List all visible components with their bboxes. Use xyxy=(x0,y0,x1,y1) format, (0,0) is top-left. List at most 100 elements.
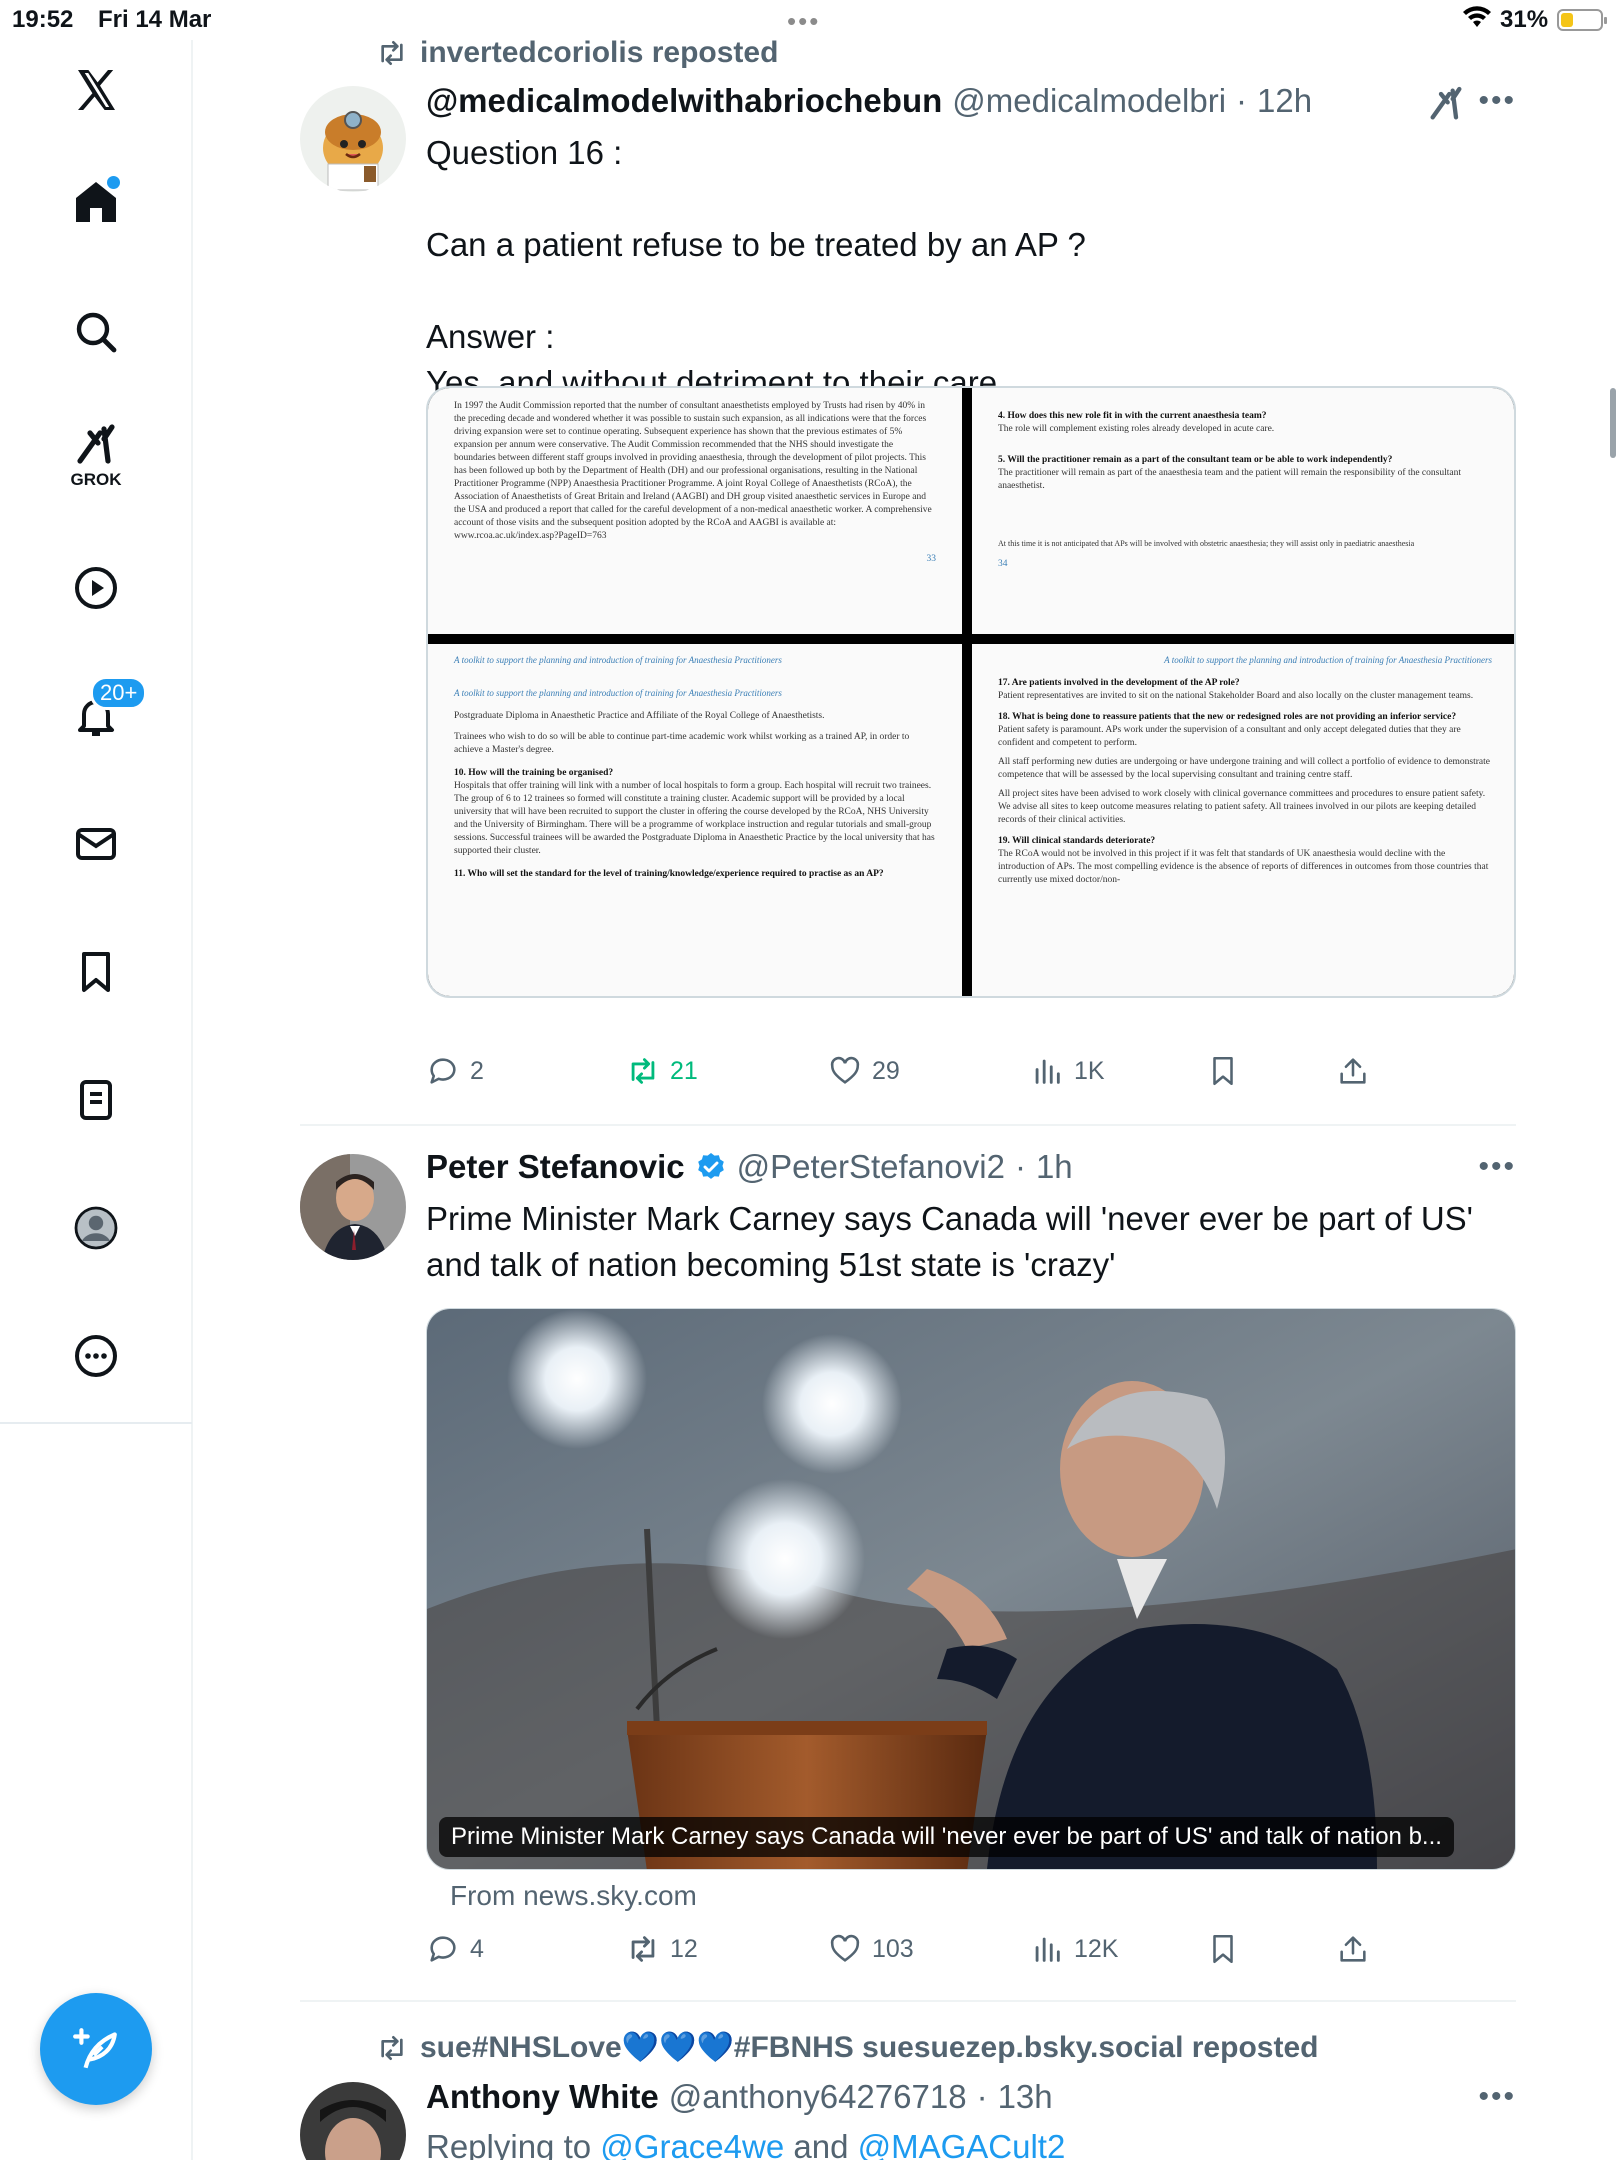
text-line: Prime Minister Mark Carney says Canada w… xyxy=(426,1200,1473,1237)
doc-answer: Patient representatives are invited to s… xyxy=(998,691,1474,701)
grok-explain-icon[interactable] xyxy=(1426,84,1466,129)
avatar[interactable] xyxy=(300,1154,406,1260)
reply-mention-link[interactable]: @Grace4we xyxy=(600,2128,784,2160)
post-actions: 4 12 103 12K xyxy=(426,1932,1426,1982)
repost-icon xyxy=(631,1058,655,1084)
views-button[interactable]: 1K xyxy=(1030,1054,1105,1088)
post-more-icon[interactable]: ••• xyxy=(1478,84,1516,118)
link-source[interactable]: From news.sky.com xyxy=(450,1880,697,1912)
author-name[interactable]: Anthony White xyxy=(426,2078,659,2116)
reply-and: and xyxy=(793,2128,849,2160)
repost-icon xyxy=(381,40,403,65)
messages-icon[interactable] xyxy=(60,808,132,880)
like-count: 103 xyxy=(872,1934,914,1963)
like-button[interactable]: 103 xyxy=(828,1932,914,1966)
running-head: A toolkit to support the planning and in… xyxy=(454,688,782,698)
more-options-icon[interactable] xyxy=(60,1320,132,1392)
text-line: Answer : xyxy=(426,318,555,355)
link-card-image[interactable]: Prime Minister Mark Carney says Canada w… xyxy=(426,1308,1516,1870)
doc-page-33[interactable]: In 1997 the Audit Commission reported th… xyxy=(428,388,962,634)
view-count: 12K xyxy=(1074,1934,1119,1963)
like-button[interactable]: 29 xyxy=(828,1054,900,1088)
notifications-badge: 20+ xyxy=(90,676,148,710)
repost-count: 21 xyxy=(670,1056,698,1085)
verified-badge-icon xyxy=(697,1153,724,1179)
post-time[interactable]: 12h xyxy=(1257,82,1312,120)
avatar[interactable] xyxy=(300,2082,406,2160)
doc-page-34[interactable]: 4. How does this new role fit in with th… xyxy=(972,388,1514,634)
page-number: 34 xyxy=(998,559,1008,569)
post-time[interactable]: 1h xyxy=(1036,1148,1073,1186)
post-more-icon[interactable]: ••• xyxy=(1478,1150,1516,1184)
reply-context: Replying to @Grace4we and @MAGACult2 xyxy=(426,2124,1065,2160)
author-handle[interactable]: @anthony64276718 xyxy=(669,2078,967,2116)
share-button[interactable] xyxy=(1336,1054,1370,1088)
reply-button[interactable]: 4 xyxy=(426,1932,484,1966)
image-caption: Prime Minister Mark Carney says Canada w… xyxy=(439,1817,1454,1857)
views-button[interactable]: 12K xyxy=(1030,1932,1118,1966)
x-logo-icon[interactable] xyxy=(60,54,132,126)
post-more-icon[interactable]: ••• xyxy=(1478,2080,1516,2114)
compose-post-button[interactable] xyxy=(40,1993,152,2105)
share-button[interactable] xyxy=(1336,1932,1370,1966)
post-divider xyxy=(300,2000,1516,2002)
separator: · xyxy=(1014,1148,1026,1185)
author-name[interactable]: @medicalmodelwithabriochebun xyxy=(426,82,942,120)
scrollbar[interactable] xyxy=(1610,388,1616,458)
doc-question: 4. How does this new role fit in with th… xyxy=(998,411,1267,421)
doc-page-training[interactable]: A toolkit to support the planning and in… xyxy=(428,644,962,996)
reply-icon xyxy=(430,1936,456,1962)
reply-mention-link[interactable]: @MAGACult2 xyxy=(858,2128,1066,2160)
bookmark-icon xyxy=(1213,1934,1233,1964)
lists-icon[interactable] xyxy=(60,1064,132,1136)
bookmark-button[interactable] xyxy=(1206,1932,1240,1966)
text-line: Can a patient refuse to be treated by an… xyxy=(426,226,1086,263)
reply-prefix: Replying to xyxy=(426,2128,592,2160)
text-line xyxy=(426,176,1086,222)
repost-button[interactable]: 21 xyxy=(626,1054,698,1088)
repost-by[interactable]: sue#NHSLove💙💙💙#FBNHS suesuezep.bsky.soci… xyxy=(420,2030,1318,2065)
bookmarks-icon[interactable] xyxy=(60,936,132,1008)
repost-indicator: sue#NHSLove💙💙💙#FBNHS suesuezep.bsky.soci… xyxy=(376,2030,1318,2065)
battery-icon xyxy=(1557,9,1607,31)
repost-by[interactable]: invertedcoriolis reposted xyxy=(420,36,778,70)
doc-question: 18. What is being done to reassure patie… xyxy=(998,712,1457,722)
views-icon xyxy=(1035,1059,1060,1084)
reply-count: 2 xyxy=(470,1056,484,1085)
author-handle[interactable]: @PeterStefanovi2 xyxy=(737,1148,1005,1186)
separator: · xyxy=(976,2078,988,2115)
doc-answer: Patient safety is paramount. APs work un… xyxy=(998,725,1461,748)
share-icon xyxy=(1340,1936,1366,1962)
text-line xyxy=(426,268,1086,314)
repost-button[interactable]: 12 xyxy=(626,1932,698,1966)
reply-button[interactable]: 2 xyxy=(426,1054,484,1088)
doc-question: 17. Are patients involved in the develop… xyxy=(998,678,1240,688)
running-head: A toolkit to support the planning and in… xyxy=(454,655,782,665)
document-images[interactable]: In 1997 the Audit Commission reported th… xyxy=(426,386,1516,998)
bookmark-button[interactable] xyxy=(1206,1054,1240,1088)
multitask-dots-icon[interactable]: ••• xyxy=(787,6,820,37)
author-name[interactable]: Peter Stefanovic xyxy=(426,1148,685,1186)
post-time[interactable]: 13h xyxy=(998,2078,1053,2116)
running-head: A toolkit to support the planning and in… xyxy=(1164,655,1492,665)
doc-question: 10. How will the training be organised? xyxy=(454,768,614,778)
grok-icon[interactable]: GROK xyxy=(60,420,132,492)
post-header: Anthony White @anthony64276718 · 13h xyxy=(426,2078,1053,2116)
doc-answer: All staff performing new duties are unde… xyxy=(998,757,1491,780)
post-text: Prime Minister Mark Carney says Canada w… xyxy=(426,1196,1473,1288)
sidebar-nav: GROK 20+ xyxy=(0,40,192,1424)
doc-answer: All project sites have been advised to w… xyxy=(998,789,1486,825)
doc-question: 19. Will clinical standards deteriorate? xyxy=(998,836,1156,846)
notifications-icon[interactable]: 20+ xyxy=(60,676,148,752)
avatar[interactable] xyxy=(300,86,406,192)
post-text: Question 16 : Can a patient refuse to be… xyxy=(426,130,1086,406)
home-icon[interactable] xyxy=(60,166,132,238)
video-icon[interactable] xyxy=(60,552,132,624)
feather-plus-icon xyxy=(73,2028,117,2069)
doc-page-patients[interactable]: A toolkit to support the planning and in… xyxy=(972,644,1514,996)
profile-avatar-icon[interactable] xyxy=(60,1192,132,1264)
search-icon[interactable] xyxy=(60,296,132,368)
reply-icon xyxy=(430,1058,456,1084)
author-handle[interactable]: @medicalmodelbri xyxy=(952,82,1226,120)
wifi-icon xyxy=(1462,6,1492,37)
